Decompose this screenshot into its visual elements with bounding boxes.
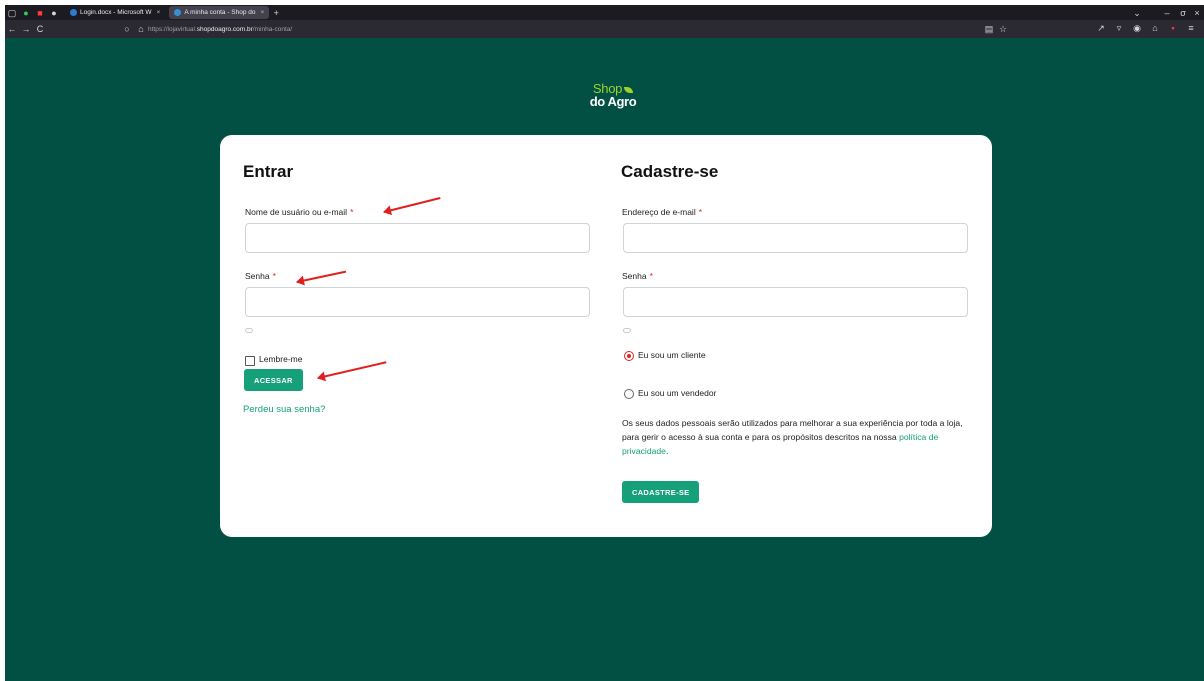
- username-label: Nome de usuário ou e-mail *: [245, 207, 353, 217]
- username-input[interactable]: [245, 223, 590, 253]
- browser-tab-bar: ▢ ● ■ ● Login.docx - Microsoft W × A min…: [5, 5, 1204, 20]
- required-mark: *: [649, 271, 653, 281]
- tab-minha-conta[interactable]: A minha conta - Shop do ×: [169, 6, 270, 19]
- logo-line2: do Agro: [589, 94, 637, 109]
- lost-password-link[interactable]: Perdeu sua senha?: [243, 404, 325, 415]
- email-input[interactable]: [623, 223, 968, 253]
- url-host: shopdoagro.com.br: [196, 25, 253, 33]
- vendor-radio-label[interactable]: Eu sou um vendedor: [638, 388, 716, 398]
- close-tab-icon[interactable]: ×: [261, 9, 265, 16]
- browser-nav-bar: ← → C ○ ⌂ https://lojavirtual. shopdoagro…: [5, 20, 1204, 38]
- reader-view-icon[interactable]: ▤: [982, 23, 996, 35]
- wordpress-icon: [174, 9, 182, 16]
- vendor-radio[interactable]: [624, 389, 634, 399]
- close-tab-icon[interactable]: ×: [157, 9, 161, 16]
- chevron-down-icon[interactable]: ⌄: [1130, 7, 1144, 19]
- word-icon: [70, 9, 77, 16]
- tab-label: Login.docx - Microsoft W: [80, 9, 152, 16]
- lock-icon: ⌂: [138, 24, 144, 34]
- pocket-icon[interactable]: ▿: [1112, 22, 1126, 34]
- url-path: /minha-conta/: [252, 25, 293, 33]
- reload-icon[interactable]: C: [33, 23, 47, 35]
- customer-radio-label[interactable]: Eu sou um cliente: [638, 350, 706, 360]
- show-password-icon[interactable]: [623, 328, 631, 333]
- page-background: Shop do Agro Entrar Nome de usuário ou e…: [5, 38, 1204, 681]
- close-window-icon[interactable]: ×: [1190, 7, 1204, 19]
- privacy-notice-end: .: [665, 446, 669, 456]
- username-label-text: Nome de usuário ou e-mail: [245, 207, 348, 217]
- menu-icon[interactable]: ≡: [1184, 22, 1198, 34]
- minimize-icon[interactable]: –: [1160, 7, 1174, 19]
- tab-login-docx[interactable]: Login.docx - Microsoft W ×: [65, 6, 165, 19]
- remember-me-label[interactable]: Lembre-me: [259, 354, 302, 364]
- tab-list-icon[interactable]: ▢: [5, 7, 19, 19]
- extensions-icon[interactable]: ⌂: [1148, 22, 1162, 34]
- shop-do-agro-logo[interactable]: Shop do Agro: [578, 82, 648, 108]
- register-password-input[interactable]: [623, 287, 968, 317]
- leaf-icon: [624, 87, 634, 93]
- extension-icon[interactable]: ▪: [1166, 22, 1180, 34]
- account-card: Entrar Nome de usuário ou e-mail * Senha *…: [220, 135, 992, 537]
- forward-arrow-icon[interactable]: →: [19, 23, 33, 35]
- new-tab-icon[interactable]: +: [269, 7, 283, 19]
- cadastre-se-button[interactable]: CADASTRE-SE: [622, 481, 700, 503]
- password-input[interactable]: [245, 287, 590, 317]
- privacy-notice: Os seus dados pessoais serão utilizados …: [622, 416, 972, 458]
- tab-label: A minha conta - Shop do: [184, 9, 256, 16]
- login-title: Entrar: [243, 162, 294, 181]
- bookmark-star-icon[interactable]: ☆: [996, 23, 1010, 35]
- back-arrow-icon[interactable]: ←: [5, 23, 19, 35]
- maximize-icon[interactable]: σ: [1176, 7, 1190, 19]
- required-mark: *: [698, 207, 703, 217]
- url-bar[interactable]: ○ ⌂ https://lojavirtual. shopdoagro.com.b…: [120, 22, 1010, 36]
- required-mark: *: [350, 207, 354, 217]
- shield-icon: ○: [124, 24, 130, 34]
- whatsapp-icon[interactable]: ●: [19, 7, 33, 19]
- tools-icon[interactable]: ↗: [1094, 22, 1108, 34]
- register-password-label: Senha *: [622, 271, 653, 281]
- register-password-label-text: Senha: [622, 271, 647, 281]
- url-prefix: https://lojavirtual.: [148, 25, 197, 33]
- email-label: Endereço de e-mail *: [622, 207, 702, 217]
- customer-radio[interactable]: [624, 351, 634, 361]
- account-icon[interactable]: ◉: [1130, 22, 1144, 34]
- email-label-text: Endereço de e-mail: [622, 207, 696, 217]
- show-password-icon[interactable]: [245, 328, 253, 333]
- register-title: Cadastre-se: [621, 162, 719, 181]
- remember-me-checkbox[interactable]: [245, 356, 255, 366]
- toolbar-icons: ↗ ▿ ◉ ⌂ ▪ ≡: [1094, 22, 1198, 34]
- youtube-icon[interactable]: ■: [33, 7, 47, 19]
- password-label: Senha *: [245, 271, 276, 281]
- required-mark: *: [272, 271, 276, 281]
- password-label-text: Senha: [245, 271, 270, 281]
- acessar-button[interactable]: ACESSAR: [244, 369, 303, 391]
- github-icon[interactable]: ●: [47, 7, 61, 19]
